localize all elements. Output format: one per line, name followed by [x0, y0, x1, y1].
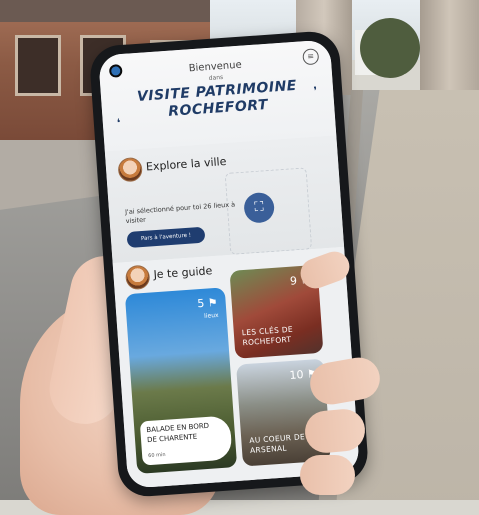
- tour-place-count: 5 ⚑: [196, 295, 219, 311]
- tour-label: AU COEUR DE L ARSENAL: [249, 431, 313, 455]
- house-roof: [0, 0, 210, 22]
- tour-place-unit: lieux: [203, 311, 219, 320]
- tree: [360, 18, 420, 78]
- start-adventure-button[interactable]: Pars à l'aventure !: [126, 226, 206, 249]
- guide-title: Je te guide: [153, 264, 213, 282]
- tour-label: LES CLÉS DE ROCHEFORT: [241, 324, 294, 348]
- guide-avatar: [124, 264, 151, 291]
- explore-title: Explore la ville: [145, 154, 227, 174]
- flag-icon: ⚑: [207, 295, 219, 310]
- explore-section: Explore la ville J'ai sélectionné pour t…: [104, 135, 345, 264]
- house-window: [15, 35, 61, 96]
- tour-duration: 60 min: [147, 451, 166, 460]
- tour-card-charente[interactable]: 5 ⚑ lieux BALADE EN BORD DE CHARENTE 60 …: [124, 287, 238, 474]
- gate-pillar-right: [420, 0, 479, 90]
- guide-avatar: [117, 156, 143, 183]
- hand-finger: [300, 455, 355, 495]
- app-header: ≡ Bienvenue dans VISITE PATRIMOINE ROCHE…: [98, 39, 337, 152]
